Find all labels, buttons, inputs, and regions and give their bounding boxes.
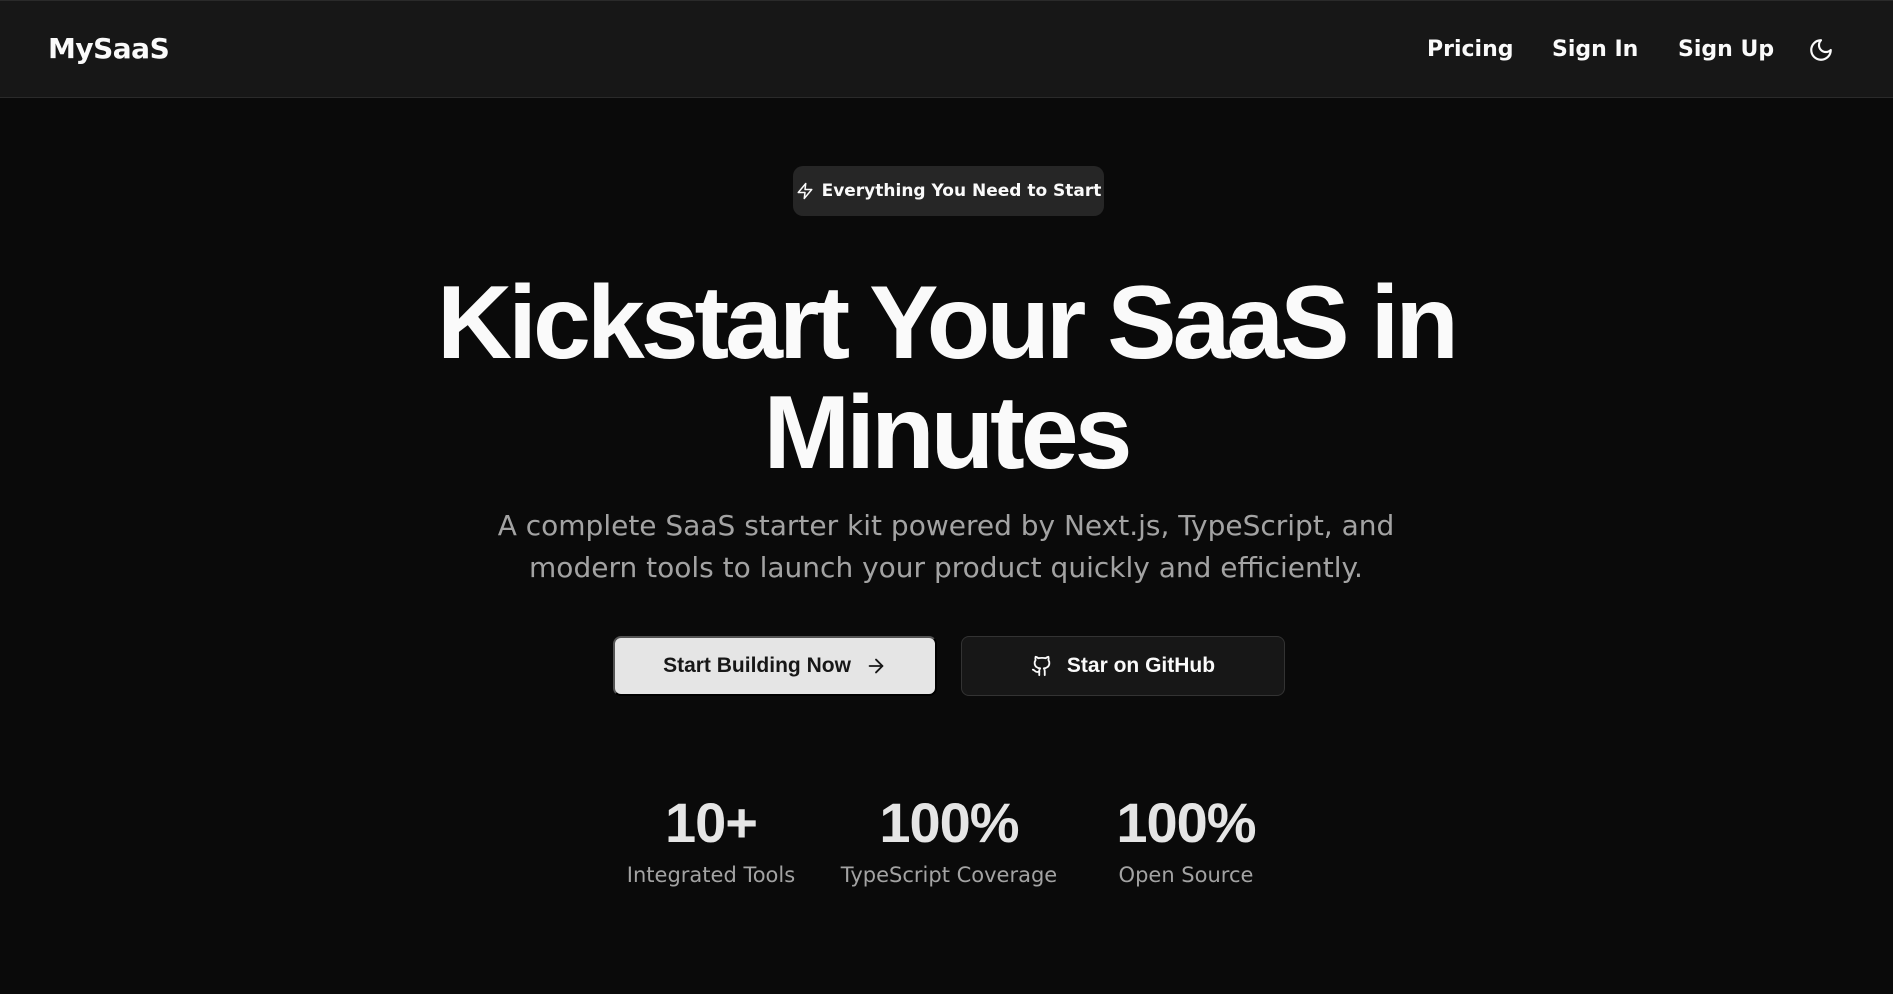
hero-title-line1: Kickstart Your SaaS in	[437, 265, 1459, 381]
stat-label: TypeScript Coverage	[840, 863, 1058, 887]
brand-logo[interactable]: MySaaS	[48, 32, 170, 65]
nav-link-sign-in[interactable]: Sign In	[1552, 37, 1638, 62]
nav-link-pricing[interactable]: Pricing	[1427, 37, 1514, 62]
hero-subtitle: A complete SaaS starter kit powered by N…	[497, 509, 1395, 584]
star-on-github-button[interactable]: Star on GitHub	[961, 636, 1285, 696]
hero-title: Kickstart Your SaaS in Minutes	[346, 268, 1546, 488]
moon-icon	[1810, 39, 1832, 61]
start-building-button[interactable]: Start Building Now	[613, 636, 937, 696]
stat-value: 10+	[665, 791, 758, 854]
zap-icon	[797, 182, 813, 200]
stat-label: Integrated Tools	[626, 863, 796, 887]
stat-value: 100%	[1116, 791, 1256, 854]
nav-link-sign-up[interactable]: Sign Up	[1678, 37, 1774, 62]
stat-open-source: 100% Open Source	[1076, 791, 1296, 888]
stat-value: 100%	[879, 791, 1019, 854]
start-building-label: Start Building Now	[663, 654, 851, 677]
theme-toggle-button[interactable]	[1808, 37, 1834, 63]
navbar: MySaaS Pricing Sign In Sign Up	[0, 0, 1893, 98]
stat-typescript-coverage: 100% TypeScript Coverage	[839, 791, 1059, 888]
arrow-right-icon	[868, 658, 884, 674]
hero-badge: Everything You Need to Start	[793, 166, 1104, 216]
stat-integrated-tools: 10+ Integrated Tools	[601, 791, 821, 888]
github-icon	[1031, 655, 1051, 677]
hero-badge-text: Everything You Need to Start	[821, 181, 1102, 201]
stat-label: Open Source	[1118, 863, 1254, 887]
star-on-github-label: Star on GitHub	[1066, 654, 1216, 677]
hero-title-line2: Minutes	[763, 375, 1133, 491]
